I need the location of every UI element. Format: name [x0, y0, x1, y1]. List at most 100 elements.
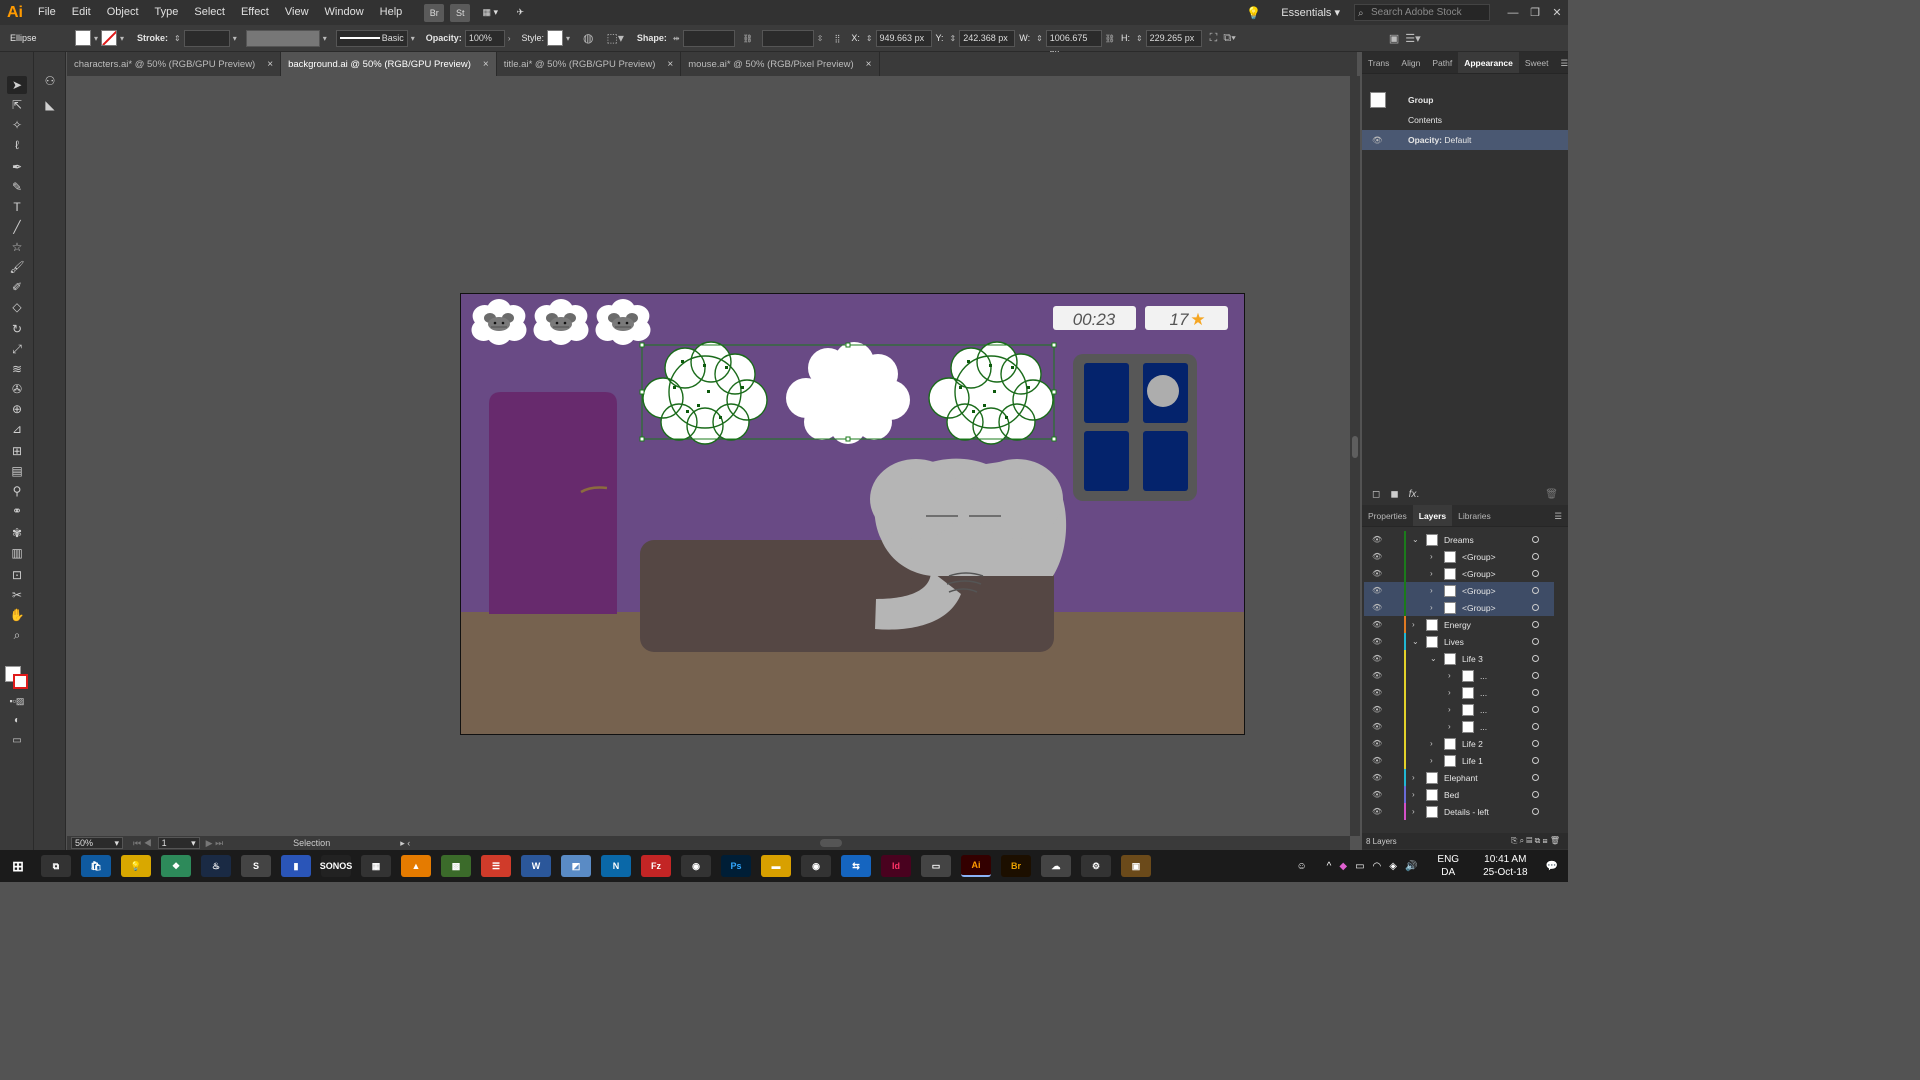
target-icon[interactable]: [1532, 638, 1539, 645]
panel-menu-icon[interactable]: ☰: [1554, 52, 1574, 73]
chrome-alt-icon[interactable]: ◉: [801, 855, 831, 877]
close-icon[interactable]: ×: [483, 59, 489, 70]
isolate-group-icon[interactable]: ⧉▾: [1223, 32, 1235, 45]
target-icon[interactable]: [1532, 587, 1539, 594]
eye-icon[interactable]: 👁: [1372, 535, 1382, 544]
chevron-down-icon[interactable]: ▾: [323, 34, 327, 43]
layers-footer-icons[interactable]: ⎘ ⌕ ▤ ⧉ ⊞ 🗑: [1511, 836, 1560, 846]
column-graph-tool-icon[interactable]: ▥: [7, 544, 27, 562]
eraser-tool-icon[interactable]: ◇: [7, 298, 27, 316]
eye-icon[interactable]: 👁: [1372, 603, 1382, 612]
target-icon[interactable]: [1532, 536, 1539, 543]
symbol-sprayer-tool-icon[interactable]: ✾: [7, 524, 27, 542]
tray-app-icon[interactable]: ◆: [1339, 861, 1347, 872]
vertical-scrollbar-thumb[interactable]: [1352, 436, 1358, 458]
layer-row[interactable]: 👁 › <Group>: [1364, 599, 1554, 616]
chevron-right-icon[interactable]: ›: [1430, 603, 1433, 612]
notifications-icon[interactable]: 💬: [1546, 861, 1558, 872]
eye-icon[interactable]: 👁: [1372, 586, 1382, 595]
eye-icon[interactable]: 👁: [1372, 807, 1382, 816]
bridge-button[interactable]: Br: [424, 3, 445, 22]
opacity-input[interactable]: 100%: [464, 29, 505, 47]
illustrator-icon[interactable]: Ai: [961, 855, 991, 877]
target-icon[interactable]: [1532, 621, 1539, 628]
battery-icon[interactable]: ▭: [1355, 861, 1364, 872]
eye-icon[interactable]: 👁: [1372, 739, 1382, 748]
slice-tool-icon[interactable]: ✂: [7, 586, 27, 604]
vertical-height-icon[interactable]: ⇳: [817, 34, 824, 43]
app-remote-icon[interactable]: ▭: [921, 855, 951, 877]
shape-builder-tool-icon[interactable]: ⊕: [7, 400, 27, 418]
chevron-right-icon[interactable]: ›: [1412, 807, 1415, 816]
chevron-right-icon[interactable]: ›: [1412, 773, 1415, 782]
teamviewer-icon[interactable]: ⇆: [841, 855, 871, 877]
shape-width-input[interactable]: [682, 29, 735, 47]
lightbulb-icon[interactable]: 💡: [1246, 6, 1261, 20]
zoom-select[interactable]: 50% ▾: [71, 837, 123, 849]
panel-options-icon[interactable]: ☰▾: [1405, 32, 1420, 45]
target-icon[interactable]: [1532, 672, 1539, 679]
chevron-down-icon[interactable]: ⌄: [1412, 535, 1419, 544]
stepper-icon[interactable]: ⇕: [1036, 34, 1043, 43]
notes-icon[interactable]: ▮: [281, 855, 311, 877]
selection-tool-icon[interactable]: ➤: [7, 76, 27, 94]
dropbox-icon[interactable]: ◈: [1389, 861, 1397, 872]
type-tool-icon[interactable]: T: [7, 198, 27, 216]
draw-mode-icon[interactable]: ◐: [7, 712, 27, 730]
star-tool-icon[interactable]: ☆: [7, 238, 27, 256]
vlc-icon[interactable]: ▲: [401, 855, 431, 877]
target-icon[interactable]: [1532, 553, 1539, 560]
sonos-icon[interactable]: SONOS: [320, 855, 352, 877]
chevron-down-icon[interactable]: ▾: [411, 34, 415, 43]
store-icon[interactable]: 🛍: [81, 855, 111, 877]
curvature-tool-icon[interactable]: ✎: [7, 178, 27, 196]
clock[interactable]: 10:41 AM 25-Oct-18: [1483, 853, 1527, 879]
word-icon[interactable]: W: [521, 855, 551, 877]
add-fill-icon[interactable]: ◼: [1390, 489, 1398, 500]
h-input[interactable]: 229.265 px: [1145, 29, 1202, 47]
tab-appearance[interactable]: Appearance: [1458, 52, 1519, 73]
y-input[interactable]: 242.368 px: [959, 29, 1016, 47]
chevron-right-icon[interactable]: ›: [1448, 671, 1451, 680]
brush-definition[interactable]: Basic: [335, 29, 408, 47]
artboard-tool-icon[interactable]: ⊡: [7, 566, 27, 584]
tab-libraries[interactable]: Libraries: [1452, 505, 1497, 526]
chevron-right-icon[interactable]: ›: [1448, 722, 1451, 731]
layer-row[interactable]: 👁 › Life 1: [1364, 752, 1554, 769]
eye-icon[interactable]: 👁: [1372, 654, 1382, 663]
target-icon[interactable]: [1532, 655, 1539, 662]
artboard[interactable]: 00:23 17 ★: [460, 293, 1245, 735]
menu-window[interactable]: Window: [317, 0, 372, 25]
target-icon[interactable]: [1532, 774, 1539, 781]
chevron-right-icon[interactable]: ›: [1430, 552, 1433, 561]
target-icon[interactable]: [1532, 689, 1539, 696]
minecraft-icon[interactable]: ▩: [441, 855, 471, 877]
stock-button[interactable]: St: [450, 3, 471, 22]
appearance-opacity-row[interactable]: 👁 Opacity: Default: [1362, 130, 1568, 150]
layer-row[interactable]: 👁 ⌄ Life 3: [1364, 650, 1554, 667]
steam-icon[interactable]: ♨: [201, 855, 231, 877]
chevron-right-icon[interactable]: ›: [1430, 569, 1433, 578]
direct-selection-tool-icon[interactable]: ⇱: [7, 96, 27, 114]
filezilla-icon[interactable]: Fz: [641, 855, 671, 877]
link-proportions-icon[interactable]: ⛓: [1105, 34, 1115, 43]
layer-row[interactable]: 👁 ›...: [1364, 718, 1554, 735]
app-cloud-icon[interactable]: ☁: [1041, 855, 1071, 877]
chevron-right-icon[interactable]: ›: [1412, 620, 1415, 629]
vpn-icon[interactable]: ❖: [161, 855, 191, 877]
target-icon[interactable]: [1532, 604, 1539, 611]
paintbrush-tool-icon[interactable]: 🖌: [7, 258, 27, 276]
shape-height-input[interactable]: [761, 29, 814, 47]
layer-row[interactable]: 👁 ›...: [1364, 667, 1554, 684]
target-icon[interactable]: [1532, 723, 1539, 730]
layer-row[interactable]: 👁 › Bed: [1364, 786, 1554, 803]
chevron-down-icon[interactable]: ▾: [566, 34, 570, 43]
chevron-right-icon[interactable]: ›: [508, 34, 511, 43]
puppet-warp-tool-icon[interactable]: ✇: [7, 380, 27, 398]
chevron-down-icon[interactable]: ▾: [120, 34, 124, 43]
blend-tool-icon[interactable]: ⚭: [7, 502, 27, 520]
screen-mode-icon[interactable]: ▭: [7, 732, 27, 750]
recolor-artwork-icon[interactable]: ◍: [583, 31, 593, 45]
eye-icon[interactable]: 👁: [1372, 790, 1382, 799]
tray-chevron-icon[interactable]: ^: [1327, 861, 1332, 872]
